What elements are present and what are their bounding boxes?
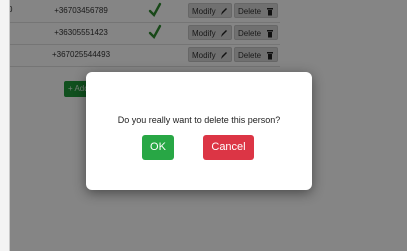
- ok-button[interactable]: OK: [142, 135, 174, 160]
- delete-confirm-dialog: Do you really want to delete this person…: [86, 72, 312, 190]
- dialog-message: Do you really want to delete this person…: [117, 115, 281, 125]
- cancel-button[interactable]: Cancel: [203, 135, 254, 160]
